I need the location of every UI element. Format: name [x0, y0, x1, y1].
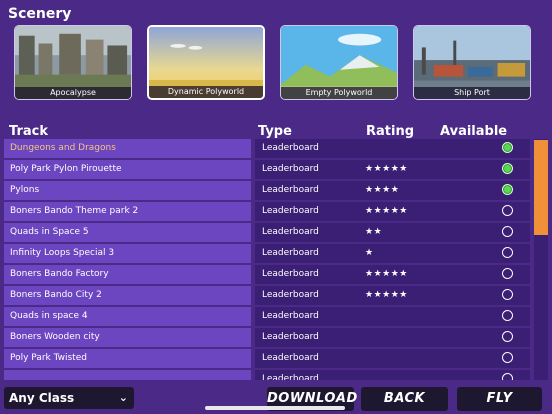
- column-rating-header: Rating: [366, 124, 415, 139]
- offline-available-icon[interactable]: [502, 184, 513, 195]
- track-details: Leaderboard ★★★★: [255, 181, 530, 200]
- track-type: Leaderboard: [262, 227, 319, 237]
- track-details: Leaderboard: [255, 349, 530, 368]
- track-list[interactable]: Dungeons and Dragons Leaderboard Poly Park…: [4, 139, 530, 380]
- track-row[interactable]: Poly Park Pylon Pirouette Leaderboard ★★★★…: [4, 160, 530, 179]
- class-select[interactable]: Any Class ⌄: [4, 387, 134, 409]
- offline-unavailable-icon[interactable]: [502, 310, 513, 321]
- track-rating: ★★★★★: [365, 290, 408, 300]
- track-rating: ★★: [365, 227, 383, 237]
- track-row[interactable]: Boners Bando Theme park 2 Leaderboard ★★★★…: [4, 202, 530, 221]
- track-rating: ★★★★: [365, 185, 400, 195]
- track-name: Boners Bando Theme park 2: [4, 202, 251, 221]
- offline-unavailable-icon[interactable]: [502, 373, 513, 380]
- track-name: Boners Bando Factory: [4, 265, 251, 284]
- track-name: [4, 370, 251, 380]
- track-type: Leaderboard: [262, 290, 319, 300]
- scenery-empty-polyworld[interactable]: Empty Polyworld: [280, 25, 398, 100]
- offline-unavailable-icon[interactable]: [502, 226, 513, 237]
- track-row[interactable]: Boners Bando Factory Leaderboard ★★★★★: [4, 265, 530, 284]
- track-name: Quads in space 4: [4, 307, 251, 326]
- scenery-dynamic-polyworld[interactable]: Dynamic Polyworld: [147, 25, 265, 100]
- track-details: Leaderboard: [255, 370, 530, 380]
- track-name: Poly Park Pylon Pirouette: [4, 160, 251, 179]
- track-details: Leaderboard ★★★★★: [255, 286, 530, 305]
- track-row[interactable]: Boners Wooden city Leaderboard: [4, 328, 530, 347]
- track-type: Leaderboard: [262, 185, 319, 195]
- offline-unavailable-icon[interactable]: [502, 205, 513, 216]
- track-name: Quads in Space 5: [4, 223, 251, 242]
- track-rating: ★★★★★: [365, 164, 408, 174]
- track-name: Infinity Loops Special 3: [4, 244, 251, 263]
- track-type: Leaderboard: [262, 332, 319, 342]
- scenery-label: Dynamic Polyworld: [149, 86, 263, 98]
- track-details: Leaderboard: [255, 307, 530, 326]
- track-details: Leaderboard: [255, 139, 530, 158]
- scenery-label: Ship Port: [414, 87, 530, 99]
- track-details: Leaderboard ★★: [255, 223, 530, 242]
- offline-available-icon[interactable]: [502, 142, 513, 153]
- column-type-header: Type: [258, 124, 292, 139]
- track-name: Boners Bando City 2: [4, 286, 251, 305]
- scenery-apocalypse[interactable]: Apocalypse: [14, 25, 132, 100]
- track-row[interactable]: Quads in Space 5 Leaderboard ★★: [4, 223, 530, 242]
- track-row[interactable]: Dungeons and Dragons Leaderboard: [4, 139, 530, 158]
- offline-unavailable-icon[interactable]: [502, 247, 513, 258]
- chevron-down-icon: ⌄: [118, 391, 128, 404]
- scrollbar-thumb[interactable]: [534, 140, 548, 235]
- track-rating: ★★★★★: [365, 269, 408, 279]
- track-type: Leaderboard: [262, 353, 319, 363]
- track-name: Poly Park Twisted: [4, 349, 251, 368]
- track-type: Leaderboard: [262, 269, 319, 279]
- scenery-label: Empty Polyworld: [281, 87, 397, 99]
- scenery-thumbnails: Apocalypse Dynamic Polyworld Empty Polyw…: [14, 25, 534, 102]
- track-rating: ★★★★★: [365, 206, 408, 216]
- offline-unavailable-icon[interactable]: [502, 289, 513, 300]
- track-type: Leaderboard: [262, 164, 319, 174]
- track-row[interactable]: Pylons Leaderboard ★★★★: [4, 181, 530, 200]
- track-type: Leaderboard: [262, 143, 319, 153]
- offline-unavailable-icon[interactable]: [502, 352, 513, 363]
- track-name: Pylons: [4, 181, 251, 200]
- column-track-header: Track: [9, 124, 48, 139]
- home-indicator: [205, 406, 345, 410]
- track-row[interactable]: Poly Park Twisted Leaderboard: [4, 349, 530, 368]
- scenery-title: Scenery: [8, 6, 72, 22]
- track-type: Leaderboard: [262, 311, 319, 321]
- track-details: Leaderboard ★★★★★: [255, 265, 530, 284]
- track-details: Leaderboard ★: [255, 244, 530, 263]
- track-details: Leaderboard ★★★★★: [255, 202, 530, 221]
- track-row[interactable]: Quads in space 4 Leaderboard: [4, 307, 530, 326]
- track-name: Boners Wooden city: [4, 328, 251, 347]
- offline-available-icon[interactable]: [502, 163, 513, 174]
- track-name: Dungeons and Dragons: [4, 139, 251, 158]
- track-rating: ★: [365, 248, 374, 258]
- track-type: Leaderboard: [262, 248, 319, 258]
- offline-unavailable-icon[interactable]: [502, 268, 513, 279]
- track-details: Leaderboard ★★★★★: [255, 160, 530, 179]
- track-row[interactable]: Boners Bando City 2 Leaderboard ★★★★★: [4, 286, 530, 305]
- class-select-value: Any Class: [9, 391, 75, 405]
- offline-unavailable-icon[interactable]: [502, 331, 513, 342]
- back-button[interactable]: BACK: [361, 387, 448, 411]
- scenery-ship-port[interactable]: Ship Port: [413, 25, 531, 100]
- fly-button[interactable]: FLY: [457, 387, 542, 411]
- track-details: Leaderboard: [255, 328, 530, 347]
- scenery-label: Apocalypse: [15, 87, 131, 99]
- track-row[interactable]: Infinity Loops Special 3 Leaderboard ★: [4, 244, 530, 263]
- track-table-header: Track Type Rating Available Offline: [0, 124, 552, 154]
- track-type: Leaderboard: [262, 206, 319, 216]
- track-type: Leaderboard: [262, 374, 319, 380]
- track-row[interactable]: Leaderboard: [4, 370, 530, 380]
